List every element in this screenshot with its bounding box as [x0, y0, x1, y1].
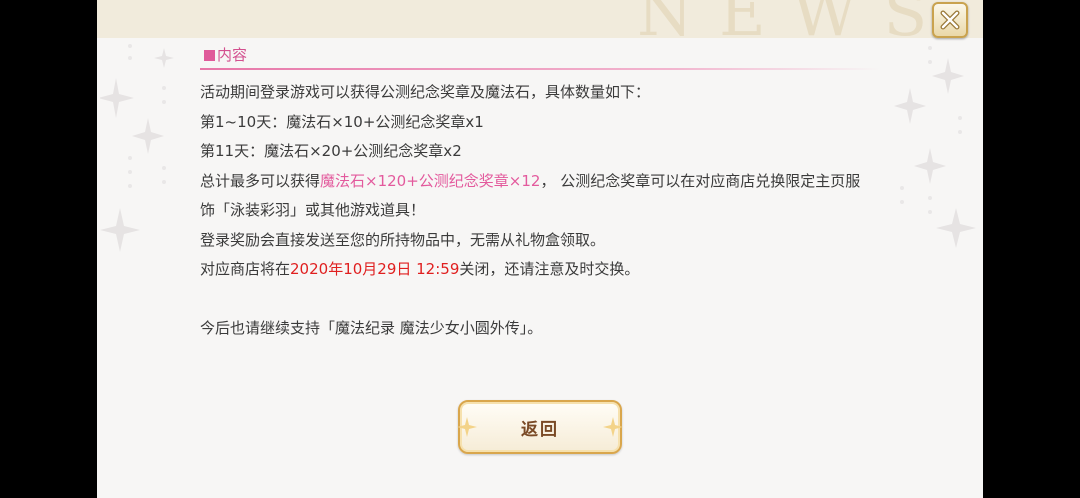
sparkle-decoration-left — [100, 44, 174, 252]
content-line: 第1~10天：魔法石×10+公测纪念奖章x1 — [200, 112, 484, 131]
content-line: 活动期间登录游戏可以获得公测纪念奖章及魔法石，具体数量如下： — [200, 83, 651, 101]
close-icon — [940, 10, 960, 30]
sparkle-icon — [457, 417, 477, 437]
section-title-text: 内容 — [217, 46, 248, 64]
total-prefix: 总计最多可以获得 — [200, 171, 321, 190]
news-content: 活动期间登录游戏可以获得公测纪念奖章及魔法石，具体数量如下： 第1~10天：魔法… — [200, 78, 890, 344]
square-icon — [204, 50, 215, 61]
sparkle-decoration-right — [894, 46, 976, 248]
total-suffix: ， 公测纪念奖章可以在对应商店兑换限定主页服 — [540, 171, 861, 190]
reward-highlight: 魔法石×120+公测纪念奖章×12 — [320, 171, 541, 190]
content-line: 饰「泳装彩羽」或其他游戏道具！ — [200, 201, 426, 219]
close-prefix: 对应商店将在 — [200, 260, 291, 278]
back-button-label: 返回 — [521, 419, 559, 440]
close-date: 2020年10月29日 12:59 — [290, 260, 460, 278]
section-title: 内容 — [204, 44, 247, 66]
section-header: 内容 — [200, 44, 880, 70]
back-button[interactable]: 返回 — [457, 400, 623, 454]
close-button[interactable] — [932, 2, 968, 38]
close-suffix: 关闭，还请注意及时交换。 — [459, 260, 640, 278]
section-divider — [200, 68, 880, 70]
content-line: 今后也请继续支持「魔法纪录 魔法少女小圆外传」。 — [200, 319, 543, 337]
content-line: 对应商店将在2020年10月29日 12:59关闭，还请注意及时交换。 — [200, 255, 890, 285]
content-line: 登录奖励会直接发送至您的所持物品中，无需从礼物盒领取。 — [200, 230, 606, 249]
sparkle-icon — [603, 417, 623, 437]
content-line: 总计最多可以获得魔法石×120+公测纪念奖章×12， 公测纪念奖章可以在对应商店… — [200, 167, 890, 197]
content-line: 第11天：魔法石×20+公测纪念奖章x2 — [200, 142, 462, 160]
